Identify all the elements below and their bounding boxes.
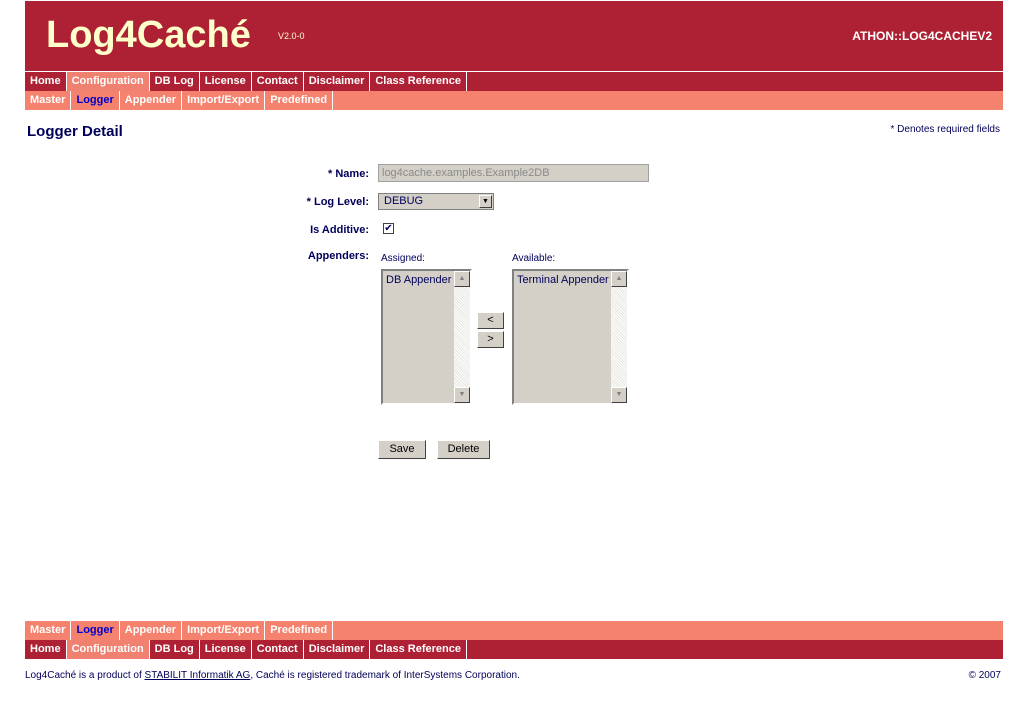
version-label: V2.0-0 xyxy=(278,31,305,41)
is-additive-label: Is Additive: xyxy=(310,224,369,236)
nav-configuration[interactable]: Configuration xyxy=(66,640,150,659)
nav-license[interactable]: License xyxy=(200,640,252,659)
subnav-import-export[interactable]: Import/Export xyxy=(182,91,266,110)
nav-home[interactable]: Home xyxy=(25,72,67,91)
subnav-master[interactable]: Master xyxy=(25,91,72,110)
scroll-up-icon[interactable]: ▲ xyxy=(454,271,470,287)
company-link[interactable]: STABILIT Informatik AG xyxy=(145,670,251,681)
log-level-select[interactable]: DEBUG ▼ xyxy=(378,193,494,210)
log-level-label: * Log Level: xyxy=(306,196,369,208)
appenders-label: Appenders: xyxy=(307,250,369,262)
nav-license[interactable]: License xyxy=(200,72,252,91)
move-right-button[interactable]: > xyxy=(477,331,504,348)
checkmark-icon: ✔ xyxy=(384,223,393,234)
nav-home[interactable]: Home xyxy=(25,640,67,659)
scrollbar[interactable]: ▲ ▼ xyxy=(454,271,470,403)
list-item[interactable]: DB Appender xyxy=(386,274,451,286)
scroll-down-icon[interactable]: ▼ xyxy=(454,387,470,403)
nav-class-reference[interactable]: Class Reference xyxy=(370,640,467,659)
name-label: * Name: xyxy=(328,168,369,180)
copyright: © 2007 xyxy=(968,670,1001,681)
subnav-predefined[interactable]: Predefined xyxy=(265,621,334,640)
name-input[interactable] xyxy=(378,164,649,182)
nav-db-log[interactable]: DB Log xyxy=(150,72,200,91)
move-left-button[interactable]: < xyxy=(477,312,504,329)
assigned-appenders-list[interactable]: DB Appender ▲ ▼ xyxy=(381,269,472,405)
nav-disclaimer[interactable]: Disclaimer xyxy=(304,640,371,659)
sub-nav-bottom: Master Logger Appender Import/Export Pre… xyxy=(25,621,1003,640)
app-header: Log4Caché V2.0-0 ATHON::LOG4CACHEV2 xyxy=(25,1,1003,71)
list-item[interactable]: Terminal Appender xyxy=(517,274,609,286)
main-nav-bottom: Home Configuration DB Log License Contac… xyxy=(25,640,1003,659)
nav-configuration[interactable]: Configuration xyxy=(66,72,150,91)
save-button[interactable]: Save xyxy=(378,440,426,459)
scrollbar[interactable]: ▲ ▼ xyxy=(611,271,627,403)
chevron-down-icon[interactable]: ▼ xyxy=(479,195,492,208)
footer-suffix: , Caché is registered trademark of Inter… xyxy=(250,670,520,681)
nav-contact[interactable]: Contact xyxy=(252,72,304,91)
subnav-master[interactable]: Master xyxy=(25,621,72,640)
nav-class-reference[interactable]: Class Reference xyxy=(370,72,467,91)
subnav-predefined[interactable]: Predefined xyxy=(265,91,334,110)
nav-contact[interactable]: Contact xyxy=(252,640,304,659)
subnav-logger[interactable]: Logger xyxy=(71,621,120,640)
scroll-up-icon[interactable]: ▲ xyxy=(611,271,627,287)
log-level-value: DEBUG xyxy=(384,195,424,207)
subnav-appender[interactable]: Appender xyxy=(120,621,183,640)
app-logo: Log4Caché xyxy=(46,14,251,56)
footer-prefix: Log4Caché is a product of xyxy=(25,670,145,681)
sub-nav-top: Master Logger Appender Import/Export Pre… xyxy=(25,91,1003,110)
main-nav-top: Home Configuration DB Log License Contac… xyxy=(25,72,1003,91)
subnav-logger[interactable]: Logger xyxy=(71,91,120,110)
available-label: Available: xyxy=(512,253,556,264)
page-title: Logger Detail xyxy=(27,123,123,140)
scroll-down-icon[interactable]: ▼ xyxy=(611,387,627,403)
nav-disclaimer[interactable]: Disclaimer xyxy=(304,72,371,91)
namespace-label: ATHON::LOG4CACHEV2 xyxy=(852,29,992,43)
available-appenders-list[interactable]: Terminal Appender ▲ ▼ xyxy=(512,269,629,405)
subnav-appender[interactable]: Appender xyxy=(120,91,183,110)
footer-text: Log4Caché is a product of STABILIT Infor… xyxy=(25,670,520,681)
is-additive-checkbox[interactable]: ✔ xyxy=(383,223,394,234)
assigned-label: Assigned: xyxy=(381,253,425,264)
nav-db-log[interactable]: DB Log xyxy=(150,640,200,659)
required-fields-note: * Denotes required fields xyxy=(890,124,1000,135)
subnav-import-export[interactable]: Import/Export xyxy=(182,621,266,640)
delete-button[interactable]: Delete xyxy=(437,440,490,459)
